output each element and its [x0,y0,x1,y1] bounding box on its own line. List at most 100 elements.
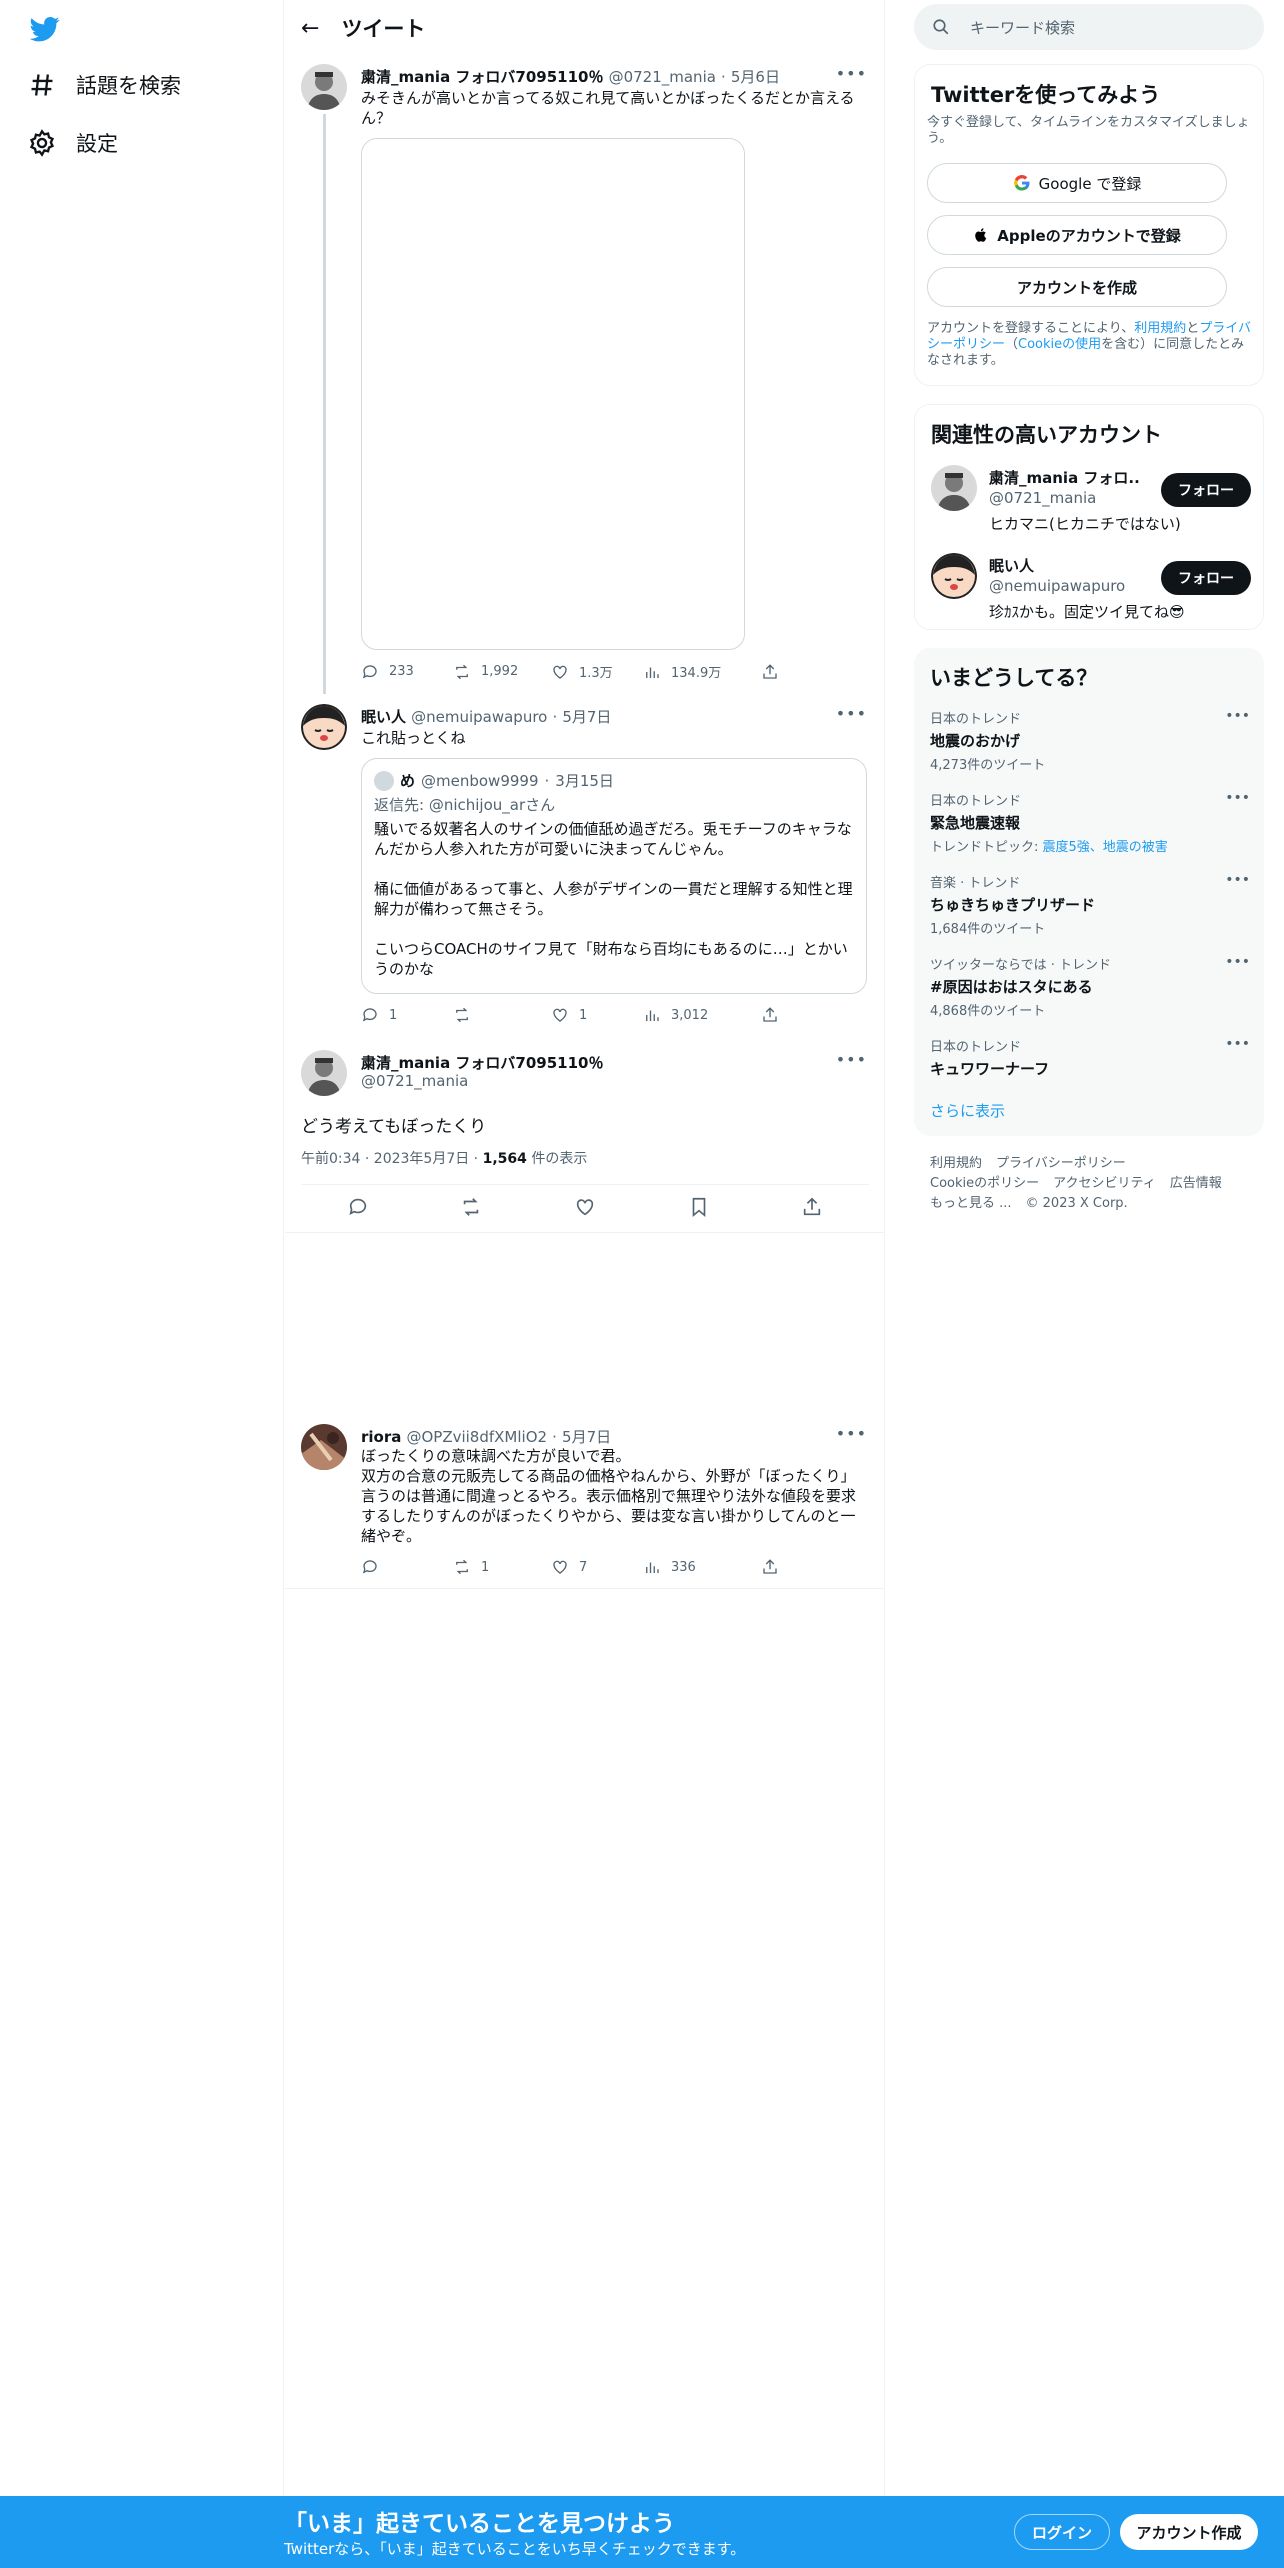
share-button[interactable] [761,1558,779,1576]
share-icon[interactable] [801,1196,823,1218]
search-input[interactable]: キーワード検索 [970,17,1075,38]
trend-item-5[interactable]: 日本のトレンド キュワワーナーフ ••• [930,1036,1250,1079]
views-chart-icon [646,1010,659,1021]
more-options-icon[interactable]: ••• [836,1424,867,1443]
retweet-icon [456,664,468,679]
reply-icon[interactable] [347,1196,369,1218]
related-account-1[interactable]: 粛清_mania フォロ... @0721_mania ヒカマニ(ヒカニチではな… [931,463,1251,543]
bookmark-icon[interactable] [688,1196,710,1218]
trend-item-4[interactable]: ツイッターならでは · トレンド #原因はおはスタにある 4,868件のツイート… [930,954,1250,1019]
share-button[interactable] [761,662,779,681]
quoted-tweet[interactable]: め @menbow9999 · 3月15日 返信先: @nichijou_arさ… [361,758,867,994]
author-handle[interactable]: @0721_mania [609,68,716,86]
trend-category: 日本のトレンド [930,712,1022,727]
retweet-button[interactable] [453,1006,551,1024]
apple-signup-button[interactable]: Appleのアカウントで登録 [927,215,1227,255]
back-arrow-icon[interactable]: ← [301,16,319,41]
share-button[interactable] [761,1006,779,1024]
nav-explore[interactable]: 話題を検索 [28,70,181,100]
avatar[interactable] [301,64,347,110]
trend-item-2[interactable]: 日本のトレンド 緊急地震速報 トレンドトピック: 震度5強、地震の被害 ••• [930,790,1250,855]
create-account-banner-button[interactable]: アカウント作成 [1120,2514,1258,2550]
tweet-time[interactable]: 5月7日 [562,1428,611,1446]
related-account-2[interactable]: 眠い人 @nemuipawapuro 珍ｶｽかも。固定ツイ見てね😎 フォロー [931,551,1251,631]
nav-settings[interactable]: 設定 [28,128,118,158]
trend-item-3[interactable]: 音楽 · トレンド ちゅきちゅきプリザード 1,684件のツイート ••• [930,872,1250,937]
retweet-button[interactable]: 1,992 [453,662,551,681]
related-handle: @0721_mania [989,489,1097,507]
like-button[interactable]: 7 [551,1558,643,1576]
tweet-1[interactable]: 粛清_mania フォロバ7095110％ @0721_mania · 5月6日… [285,56,885,694]
trends-title: いまどうしてる？ [930,666,1098,690]
show-more-link[interactable]: さらに表示 [930,1100,1005,1121]
footer-cookie[interactable]: Cookieのポリシー [930,1176,1039,1191]
reply-button[interactable]: 1 [361,1006,453,1024]
author-handle[interactable]: @nemuipawapuro [411,708,547,726]
more-options-icon[interactable]: ••• [1225,954,1250,970]
reply-button[interactable]: 233 [361,662,453,681]
footer-terms[interactable]: 利用規約 [930,1156,982,1171]
more-options-icon[interactable]: ••• [1225,1036,1250,1052]
more-options-icon[interactable]: ••• [1225,708,1250,724]
signup-card: Twitterを使ってみよう 今すぐ登録して、タイムラインをカスタマイズしましょ… [914,64,1264,386]
author-name[interactable]: 眠い人 [361,708,406,726]
follow-button[interactable]: フォロー [1161,473,1251,507]
reply-tweet[interactable]: riora @OPZvii8dfXMliO2 · 5月7日 ••• ぼったくりの… [285,1420,885,1590]
trend-topic-link[interactable]: 震度5強、地震の被害 [1043,840,1168,855]
search-bar[interactable]: キーワード検索 [914,4,1264,50]
apple-signup-label: Appleのアカウントで登録 [997,226,1181,245]
footer-privacy[interactable]: プライバシーポリシー [996,1156,1126,1171]
login-button[interactable]: ログイン [1014,2514,1110,2550]
terms-link[interactable]: 利用規約 [1134,321,1186,336]
tweet-timestamp[interactable]: 午前0:34 · 2023年5月7日 · [301,1151,483,1167]
page: 話題を検索 設定 ← ツイート 粛清_mania フォロバ7095110％ @0… [0,0,1284,2568]
like-button[interactable]: 1 [551,1006,643,1024]
avatar[interactable] [301,1050,347,1096]
tweet-time[interactable]: 5月6日 [731,68,780,86]
quote-header: め @menbow9999 · 3月15日 [374,771,854,791]
tweet-text-line-1: ぼったくりの意味調べた方が良いで君。 [361,1447,631,1465]
avatar[interactable] [301,704,347,750]
like-count: 7 [579,1559,588,1575]
footer-more[interactable]: もっと見る ... [930,1196,1012,1211]
retweet-button[interactable]: 1 [453,1558,551,1576]
author-name[interactable]: 粛清_mania フォロバ7095110％ [361,1052,603,1073]
author-name[interactable]: 粛清_mania フォロバ7095110％ [361,68,603,86]
create-account-label: アカウントを作成 [1016,278,1137,297]
views-button[interactable]: 3,012 [643,1006,761,1024]
more-options-icon[interactable]: ••• [1225,790,1250,806]
footer-ads[interactable]: 広告情報 [1170,1176,1222,1191]
more-options-icon[interactable]: ••• [1225,872,1250,888]
author-handle[interactable]: @0721_mania [361,1072,468,1090]
more-options-icon[interactable]: ••• [836,704,867,723]
reply-button[interactable] [361,1558,453,1576]
views-button[interactable]: 336 [643,1558,761,1576]
left-navigation: 話題を検索 設定 [0,0,284,2568]
trends-card: いまどうしてる？ 日本のトレンド 地震のおかげ 4,273件のツイート ••• … [914,648,1264,1136]
cookie-link[interactable]: Cookieの使用 [1018,337,1101,352]
google-signup-button[interactable]: Google で登録 [927,163,1227,203]
more-options-icon[interactable]: ••• [836,1050,867,1069]
trend-category: 日本のトレンド [930,1040,1022,1055]
google-icon [1013,175,1030,191]
tweet-2[interactable]: 眠い人 @nemuipawapuro · 5月7日 ••• これ貼っとくね め … [285,700,885,1040]
avatar[interactable] [301,1424,347,1470]
more-options-icon[interactable]: ••• [836,64,867,83]
author-handle[interactable]: @OPZvii8dfXMliO2 [406,1428,547,1446]
views-button[interactable]: 134.9万 [643,662,761,681]
page-header: ← ツイート [285,0,884,56]
create-account-button[interactable]: アカウントを作成 [927,267,1227,307]
footer-accessibility[interactable]: アクセシビリティ [1053,1176,1156,1191]
follow-button[interactable]: フォロー [1161,561,1251,595]
like-button[interactable]: 1.3万 [551,662,643,681]
tweet-meta: 午前0:34 · 2023年5月7日 · 1,564 件の表示 [301,1148,587,1168]
twitter-logo-icon[interactable] [28,14,62,44]
trend-item-1[interactable]: 日本のトレンド 地震のおかげ 4,273件のツイート ••• [930,708,1250,773]
tweet-time[interactable]: 5月7日 [562,708,611,726]
heart-icon [553,1560,567,1574]
retweet-icon[interactable] [460,1196,482,1218]
tweet-media[interactable] [361,138,745,650]
trend-name: 緊急地震速報 [930,814,1021,832]
author-name[interactable]: riora [361,1428,401,1446]
heart-icon[interactable] [574,1196,596,1218]
